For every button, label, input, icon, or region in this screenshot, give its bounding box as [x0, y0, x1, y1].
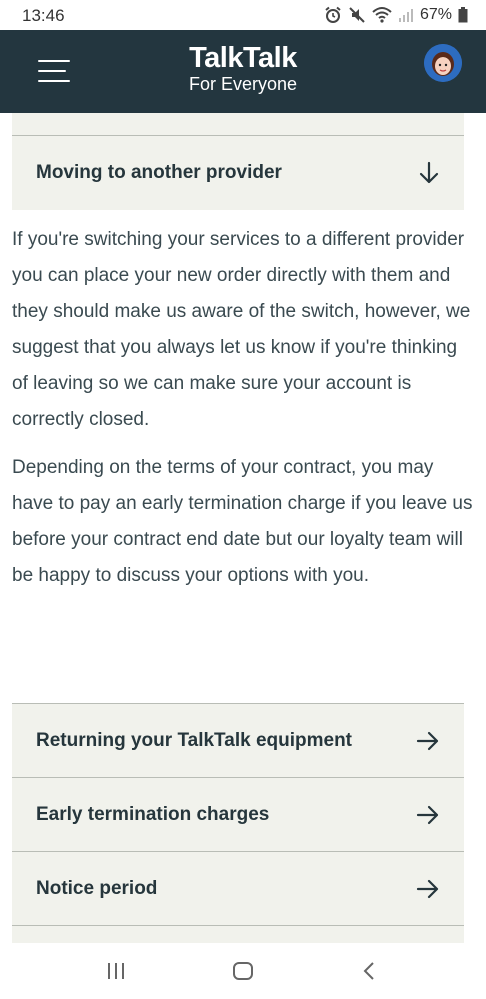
link-returning-equipment[interactable]: Returning your TalkTalk equipment: [12, 703, 464, 777]
app-header: TalkTalk For Everyone: [0, 30, 486, 113]
accordion-title: Moving to another provider: [36, 162, 282, 183]
paragraph-switching: If you're switching your services to a d…: [12, 229, 471, 430]
status-time: 13:46: [22, 6, 65, 25]
recent-apps-icon[interactable]: [106, 961, 126, 981]
battery-percentage: 67%: [419, 6, 452, 23]
link-label: Returning your TalkTalk equipment: [36, 730, 352, 751]
link-notice-period[interactable]: Notice period: [12, 851, 464, 925]
home-icon[interactable]: [232, 961, 254, 981]
arrow-down-icon: [419, 161, 439, 184]
brand-name: TalkTalk: [189, 42, 297, 74]
mute-icon: [349, 7, 365, 23]
link-label: Early termination charges: [36, 804, 270, 825]
alarm-icon: [325, 6, 341, 23]
back-icon[interactable]: [362, 961, 376, 981]
system-nav-bar: [0, 943, 486, 999]
arrow-right-icon: [416, 805, 439, 825]
status-bar: 13:46 67%: [0, 0, 486, 30]
avatar[interactable]: [424, 44, 462, 82]
link-label: Notice period: [36, 878, 158, 899]
brand-tagline: For Everyone: [188, 74, 298, 94]
accordion-previous-item[interactable]: [12, 113, 464, 136]
paragraph-termination: Depending on the terms of your contract,…: [12, 457, 473, 586]
link-next-partial[interactable]: [12, 925, 464, 945]
arrow-right-icon: [416, 731, 439, 751]
link-early-termination[interactable]: Early termination charges: [12, 777, 464, 851]
battery-icon: [458, 7, 468, 23]
arrow-right-icon: [416, 879, 439, 899]
wifi-icon: [372, 7, 392, 23]
signal-icon: [398, 9, 413, 22]
related-links: Returning your TalkTalk equipment Early …: [12, 703, 464, 945]
status-icons: 67%: [324, 5, 468, 25]
accordion-moving-provider[interactable]: Moving to another provider: [12, 136, 464, 210]
brand-logo[interactable]: TalkTalk For Everyone: [0, 42, 486, 94]
